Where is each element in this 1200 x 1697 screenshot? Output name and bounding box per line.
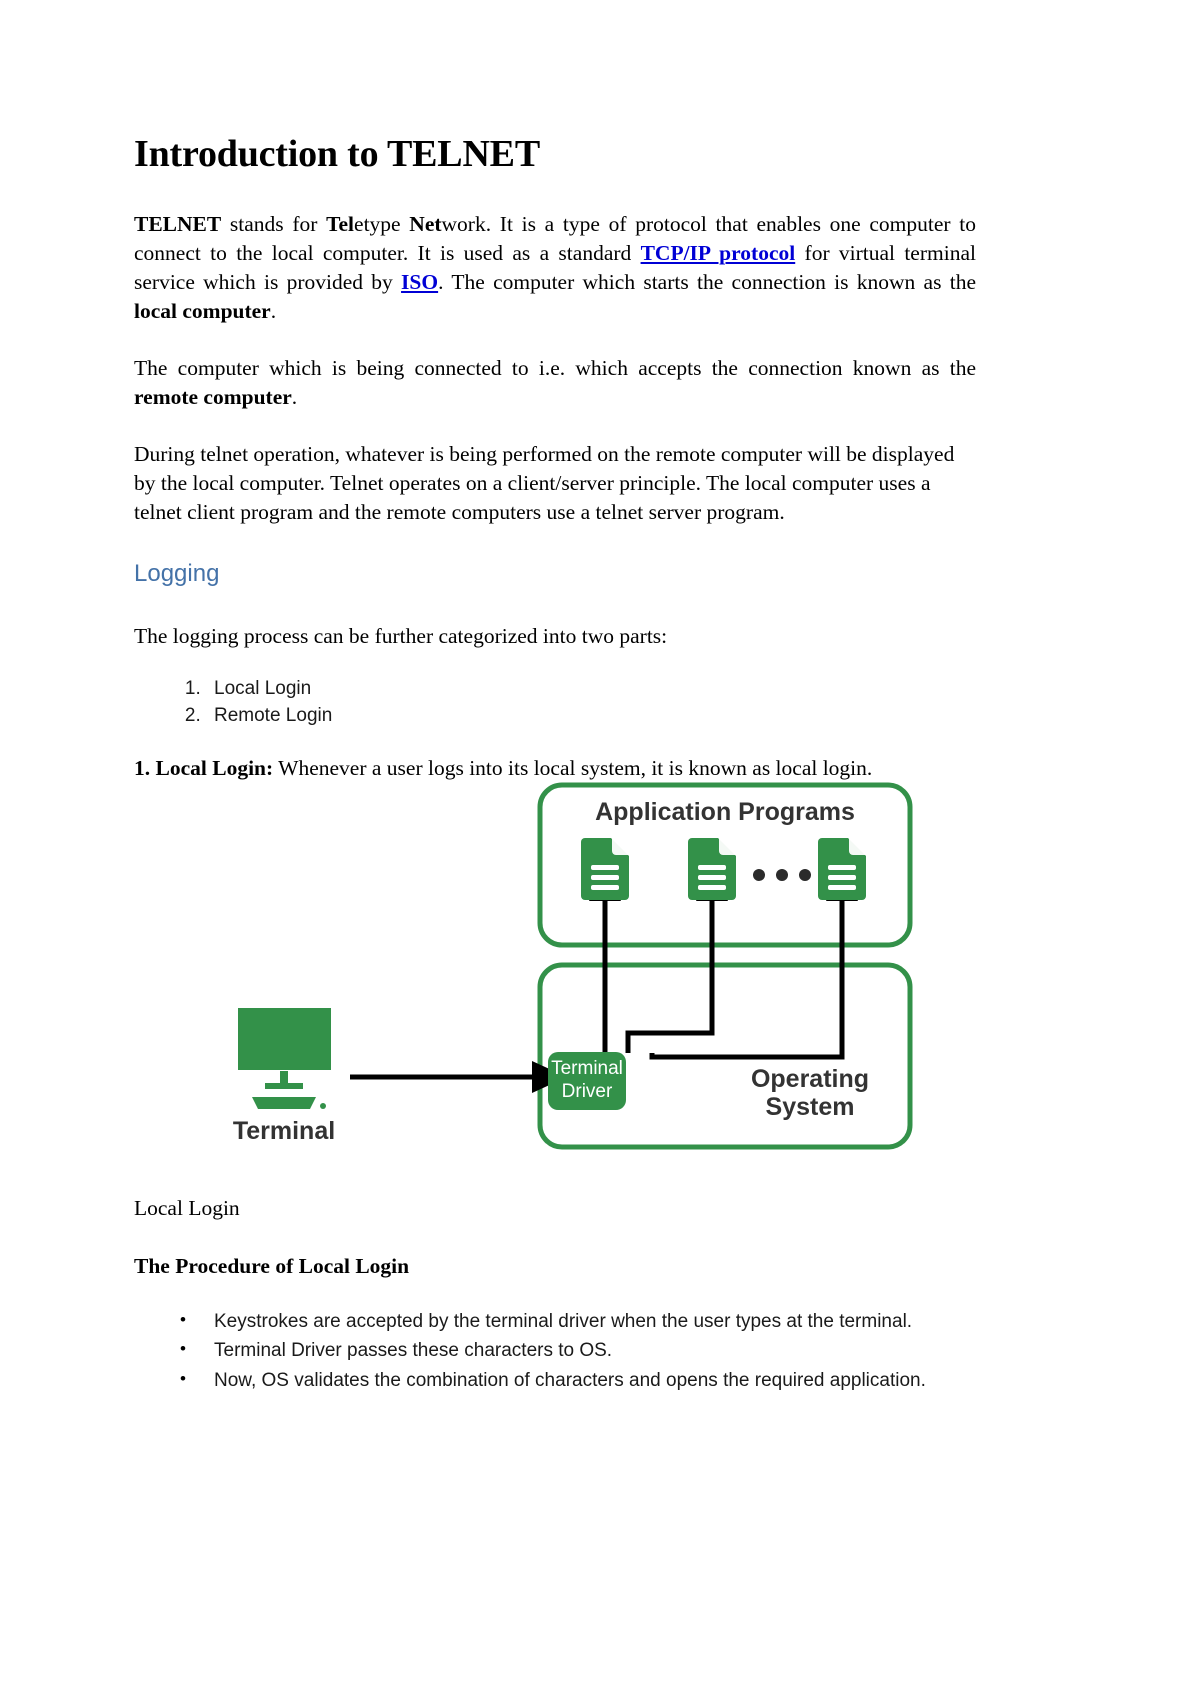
terminal-label: Terminal [233, 1117, 335, 1145]
application-programs-label: Application Programs [595, 798, 855, 826]
term-net: Net [409, 211, 442, 236]
list-item: Terminal Driver passes these characters … [180, 1336, 976, 1365]
list-item: Local Login [206, 675, 976, 703]
text-period-2: . [291, 384, 298, 409]
operating-system-label-line1: Operating [751, 1065, 869, 1093]
terminal-driver-label-line2: Driver [562, 1081, 613, 1102]
term-local-computer: local computer [134, 298, 271, 323]
heading-procedure-local-login: The Procedure of Local Login [134, 1254, 410, 1278]
figure-caption: Local Login [134, 1196, 240, 1220]
list-procedure-steps: Keystrokes are accepted by the terminal … [134, 1307, 976, 1395]
paragraph-telnet-definition: TELNET stands for Teletype Network. It i… [134, 210, 976, 326]
document-content-bottom: Local Login The Procedure of Local Login… [134, 1196, 976, 1395]
text-etype: etype [354, 211, 410, 236]
paragraph-remote-computer: The computer which is being connected to… [134, 354, 976, 412]
document-page: Introduction to TELNET TELNET stands for… [0, 0, 1200, 1697]
operating-system-label-line2: System [766, 1093, 855, 1121]
list-item: Keystrokes are accepted by the terminal … [180, 1307, 976, 1336]
text-stands-for: stands for [221, 211, 327, 236]
local-login-diagram: Application Programs Terminal Driver Ope… [210, 775, 970, 1175]
link-tcp-ip-protocol[interactable]: TCP/IP protocol [641, 241, 796, 265]
paragraph-logging-intro: The logging process can be further categ… [134, 623, 668, 648]
heading-logging: Logging [134, 559, 220, 587]
terminal-driver-label-line1: Terminal [551, 1058, 623, 1079]
list-logging-parts: Local Login Remote Login [134, 675, 976, 730]
paragraph-telnet-operation: During telnet operation, whatever is bei… [134, 441, 955, 524]
terminal-monitor-icon [238, 1008, 331, 1109]
text-starts-connection: . The computer which starts the connecti… [438, 269, 976, 294]
list-item: Now, OS validates the combination of cha… [180, 1366, 976, 1395]
term-tel: Tel [326, 211, 355, 236]
document-content: Introduction to TELNET TELNET stands for… [134, 0, 976, 783]
page-title: Introduction to TELNET [134, 133, 540, 175]
text-period-1: . [270, 298, 277, 323]
text-connected-accepts: The computer which is being connected to… [134, 355, 976, 380]
term-remote-computer: remote computer [134, 384, 292, 409]
list-item: Remote Login [206, 702, 976, 730]
term-telnet: TELNET [134, 211, 222, 236]
link-iso[interactable]: ISO [401, 270, 438, 294]
